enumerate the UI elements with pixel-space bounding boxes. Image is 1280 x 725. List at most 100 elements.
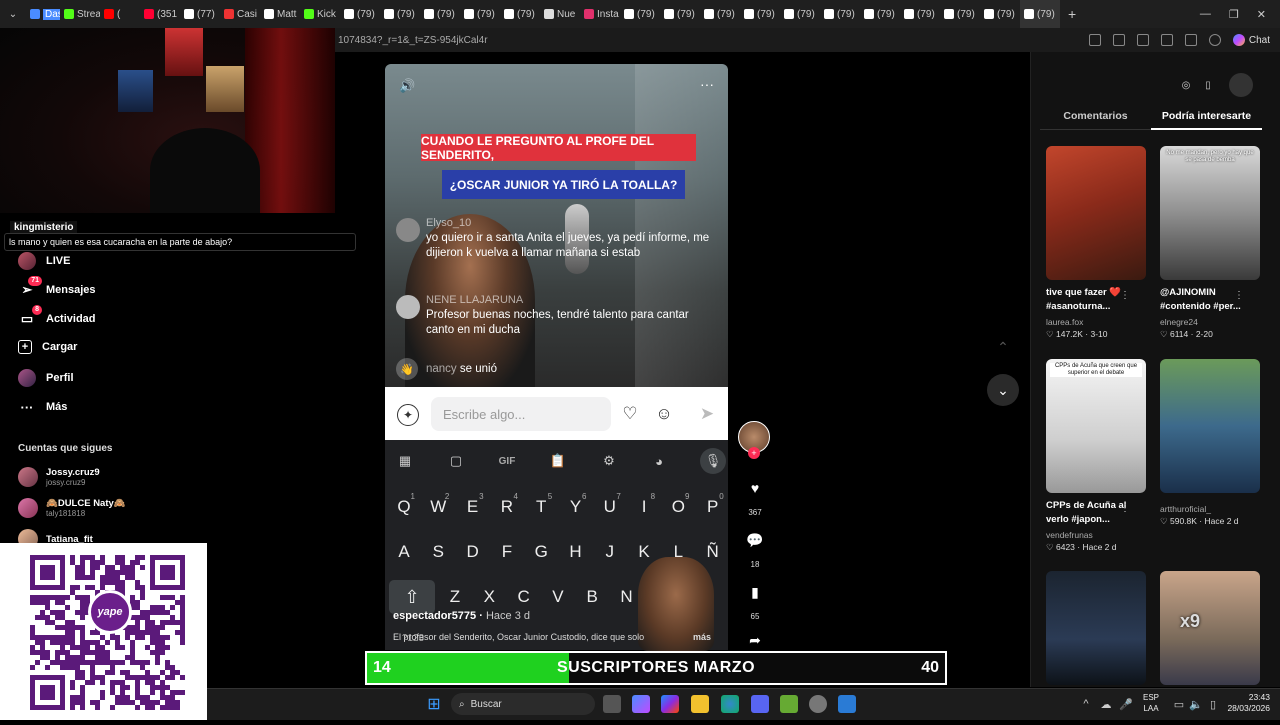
keyboard-key[interactable]: T5 bbox=[526, 490, 556, 524]
heart-outline-icon[interactable]: ♡ bbox=[620, 404, 640, 424]
minimize-icon[interactable]: — bbox=[1200, 8, 1211, 21]
sidebar-item-more[interactable]: ··· Más bbox=[18, 398, 68, 416]
keyboard-key[interactable]: V bbox=[543, 580, 573, 614]
tray-chevron-icon[interactable]: ^ bbox=[1077, 695, 1095, 713]
microphone-icon[interactable]: 🎙 bbox=[700, 448, 726, 474]
browser-tab[interactable]: Kick bbox=[300, 0, 340, 28]
speaker-icon[interactable]: 🔊 bbox=[399, 78, 415, 94]
card-caption[interactable]: CPPs de Acuña al verlo #japon... bbox=[1046, 499, 1148, 527]
keyboard-key[interactable]: B bbox=[577, 580, 607, 614]
recommended-video-card[interactable]: x9 bbox=[1160, 571, 1262, 685]
translate-icon[interactable] bbox=[1112, 34, 1125, 46]
palette-icon[interactable]: ◕ bbox=[648, 450, 670, 472]
previous-video-arrow-icon[interactable]: ⌃ bbox=[987, 331, 1019, 363]
url-text[interactable]: 1074834?_r=1&_t=ZS-954jkCal4r bbox=[338, 35, 1089, 46]
tab-list-chevron-icon[interactable]: ⌄ bbox=[0, 9, 26, 20]
keyboard-key[interactable]: Z bbox=[440, 580, 470, 614]
gif-button[interactable]: GIF bbox=[496, 450, 518, 472]
keyboard-key[interactable]: H bbox=[561, 535, 591, 569]
browser-tab[interactable]: (79) bbox=[340, 0, 380, 28]
browser-tab[interactable]: (351 bbox=[140, 0, 180, 28]
tab-comments[interactable]: Comentarios bbox=[1040, 110, 1151, 130]
following-item[interactable]: 🙈DULCE Naty🙈 taly181818 bbox=[18, 498, 126, 518]
keyboard-key[interactable]: E3 bbox=[458, 490, 488, 524]
browser-tab[interactable]: ( bbox=[100, 0, 140, 28]
cloud-icon[interactable]: ☁ bbox=[1097, 695, 1115, 713]
card-more-icon[interactable]: ⋮ bbox=[1234, 290, 1244, 301]
card-user[interactable]: artthuroficial_ bbox=[1160, 504, 1262, 514]
sticker-icon[interactable]: ▢ bbox=[445, 450, 467, 472]
task-view-icon[interactable] bbox=[603, 695, 621, 713]
new-tab-button[interactable]: + bbox=[1068, 6, 1076, 22]
keyboard-key[interactable]: U7 bbox=[595, 490, 625, 524]
recommended-video-card[interactable] bbox=[1046, 571, 1148, 685]
obs-icon[interactable] bbox=[809, 695, 827, 713]
browser-tab[interactable]: (79) bbox=[380, 0, 420, 28]
browser-tab[interactable]: (79) bbox=[620, 0, 660, 28]
browser-tab[interactable]: Casi bbox=[220, 0, 260, 28]
keyboard-key[interactable]: F bbox=[492, 535, 522, 569]
card-user[interactable]: laurea.fox bbox=[1046, 317, 1148, 327]
keyboard-key[interactable]: I8 bbox=[629, 490, 659, 524]
compass-icon[interactable]: ◎ bbox=[1176, 75, 1196, 95]
save-action[interactable]: ▮ 65 bbox=[739, 576, 771, 622]
browser-tab[interactable]: (79) bbox=[420, 0, 460, 28]
author-name[interactable]: espectador5775 bbox=[393, 610, 476, 622]
emoji-icon[interactable]: ☺ bbox=[654, 404, 674, 424]
file-explorer-icon[interactable] bbox=[691, 695, 709, 713]
recommended-video-card[interactable]: No me mandan, pero yo hay que se pasa de… bbox=[1160, 146, 1262, 340]
browser-tab[interactable]: Strea bbox=[60, 0, 100, 28]
shift-key[interactable]: ⇧ bbox=[389, 580, 435, 614]
keyboard-key[interactable]: G bbox=[526, 535, 556, 569]
app-icon[interactable] bbox=[780, 695, 798, 713]
battery-icon[interactable]: ▯ bbox=[1204, 695, 1222, 713]
next-video-arrow-icon[interactable]: ⌄ bbox=[987, 374, 1019, 406]
comment-icon[interactable]: 💬 bbox=[739, 524, 771, 556]
share-icon[interactable]: ➦ bbox=[739, 630, 771, 650]
sidebar-item-upload[interactable]: + Cargar bbox=[18, 340, 77, 354]
more-link[interactable]: más bbox=[693, 632, 711, 642]
restore-icon[interactable]: ❐ bbox=[1229, 8, 1239, 21]
browser-tab[interactable]: Dashl bbox=[26, 0, 60, 28]
volume-icon[interactable]: 🔈 bbox=[1187, 695, 1205, 713]
card-user[interactable]: elnegre24 bbox=[1160, 317, 1262, 327]
video-thumbnail[interactable]: x9 bbox=[1160, 571, 1260, 685]
settings-gear-icon[interactable]: ⚙ bbox=[598, 450, 620, 472]
install-icon[interactable] bbox=[1088, 34, 1101, 46]
edge-browser-icon[interactable] bbox=[721, 695, 739, 713]
bookmark-star-icon[interactable] bbox=[1136, 34, 1149, 46]
browser-tab[interactable]: (79) bbox=[1020, 0, 1060, 28]
keyboard-key[interactable]: Q1 bbox=[389, 490, 419, 524]
browser-tab[interactable]: (79) bbox=[900, 0, 940, 28]
keyboard-key[interactable]: P0 bbox=[698, 490, 728, 524]
recommended-video-card[interactable]: CPPs de Acuña que creen que superior en … bbox=[1046, 359, 1148, 553]
address-bar[interactable]: 1074834?_r=1&_t=ZS-954jkCal4r Chat bbox=[335, 28, 1280, 52]
profile-icon[interactable] bbox=[1208, 34, 1221, 46]
browser-tab[interactable]: Nue bbox=[540, 0, 580, 28]
browser-tab[interactable]: Matt bbox=[260, 0, 300, 28]
browser-tab[interactable]: (79) bbox=[780, 0, 820, 28]
recommended-video-card[interactable]: tive que fazer ❤️ #asanoturna... ⋮ laurea.… bbox=[1046, 146, 1148, 340]
discord-icon[interactable] bbox=[751, 695, 769, 713]
video-thumbnail[interactable]: CPPs de Acuña que creen que superior en … bbox=[1046, 359, 1146, 493]
comment-action[interactable]: 💬 18 bbox=[739, 524, 771, 570]
keyboard-key[interactable]: D bbox=[458, 535, 488, 569]
browser-tab[interactable]: (79) bbox=[500, 0, 540, 28]
sparkle-icon[interactable]: ✦ bbox=[397, 404, 419, 426]
video-thumbnail[interactable]: No me mandan, pero yo hay que se pasa de… bbox=[1160, 146, 1260, 280]
keyboard-key[interactable]: O9 bbox=[663, 490, 693, 524]
copilot-chat-button[interactable]: Chat bbox=[1232, 34, 1270, 46]
sidebar-item-messages[interactable]: ➢ 71 Mensajes bbox=[18, 276, 96, 299]
close-window-icon[interactable]: ✕ bbox=[1257, 8, 1266, 21]
copilot-taskbar-icon[interactable] bbox=[632, 695, 650, 713]
keyboard-key[interactable]: X bbox=[474, 580, 504, 614]
sidebar-item-live[interactable]: LIVE bbox=[18, 252, 70, 270]
keyboard-key[interactable]: Y6 bbox=[561, 490, 591, 524]
bookmark-icon[interactable]: ▮ bbox=[739, 576, 771, 608]
browser-tab[interactable]: (79) bbox=[700, 0, 740, 28]
network-icon[interactable]: ▭ bbox=[1170, 695, 1188, 713]
browser-tab[interactable]: (79) bbox=[460, 0, 500, 28]
language-indicator[interactable]: ESP LAA bbox=[1143, 692, 1159, 714]
sidebar-item-activity[interactable]: ▭ 8 Actividad bbox=[18, 305, 96, 328]
video-thumbnail[interactable] bbox=[1046, 146, 1146, 280]
